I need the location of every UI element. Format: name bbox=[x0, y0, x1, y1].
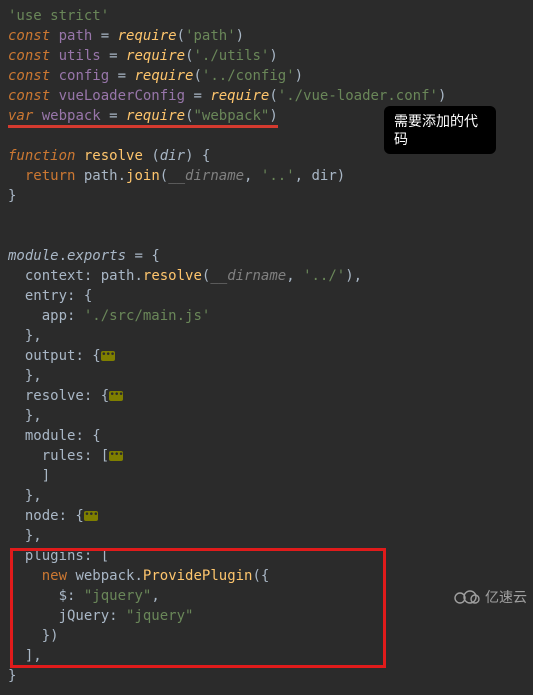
fold-icon[interactable] bbox=[84, 511, 98, 521]
watermark: 亿速云 bbox=[453, 587, 527, 607]
watermark-text: 亿速云 bbox=[485, 587, 527, 607]
annotation-tooltip: 需要添加的代码 bbox=[384, 106, 496, 154]
keyword-const: const bbox=[8, 28, 50, 44]
ident-path: path bbox=[59, 28, 93, 44]
cloud-icon bbox=[453, 589, 481, 605]
fold-icon[interactable] bbox=[109, 391, 123, 401]
fold-icon[interactable] bbox=[109, 451, 123, 461]
fn-resolve: resolve bbox=[84, 148, 143, 164]
added-line-highlight: var webpack = require("webpack") bbox=[8, 108, 278, 128]
fold-icon[interactable] bbox=[101, 351, 115, 361]
call-require: require bbox=[118, 28, 177, 44]
string-literal: 'use strict' bbox=[8, 8, 109, 24]
tooltip-text: 需要添加的代码 bbox=[394, 113, 478, 147]
